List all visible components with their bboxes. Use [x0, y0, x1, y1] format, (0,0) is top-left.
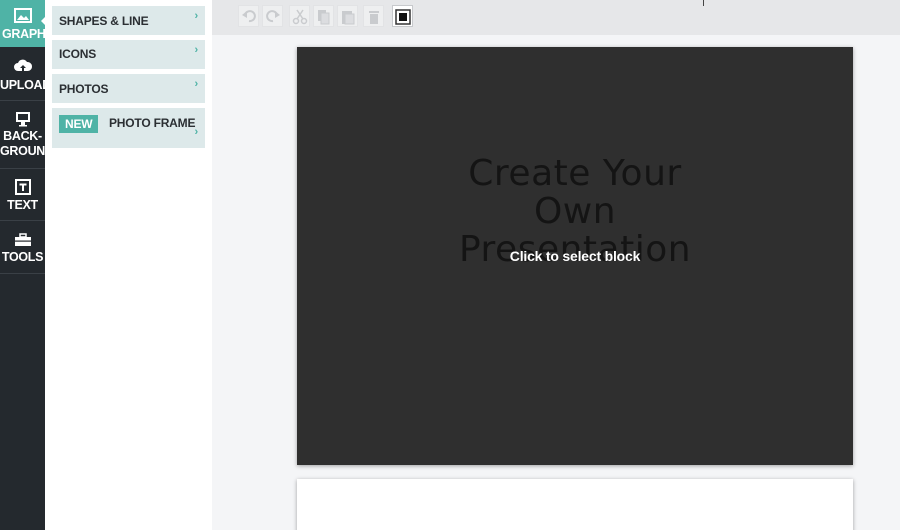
layer-button[interactable]: [392, 5, 413, 27]
sidebar-item-label: TOOLS: [1, 250, 44, 264]
sidebar-item-label-line2: GROUND: [0, 144, 54, 158]
sidebar-item-label: TEXT: [7, 198, 38, 212]
monitor-icon: [15, 112, 30, 127]
sidebar-item-label-line1: BACK-: [3, 129, 42, 143]
paste-icon: [342, 11, 355, 25]
menu-item-label: SHAPES & LINE: [59, 14, 149, 28]
slide-heading-line: Create Your: [468, 153, 682, 194]
graphics-panel: SHAPES & LINE › ICONS › PHOTOS › NEW PHO…: [45, 0, 212, 530]
chevron-right-icon: ›: [194, 78, 199, 90]
undo-icon: [242, 10, 256, 23]
toolbox-icon: [14, 233, 31, 246]
new-badge: NEW: [59, 115, 99, 133]
menu-item-label: PHOTOS: [59, 82, 109, 96]
top-toolbar: [212, 0, 900, 35]
copy-button[interactable]: [313, 5, 334, 27]
undo-button[interactable]: [238, 5, 259, 27]
menu-item-photo-frame[interactable]: NEW PHOTO FRAME ›: [52, 108, 205, 148]
delete-button[interactable]: [363, 5, 384, 27]
redo-icon: [266, 10, 280, 23]
sidebar-item-label: UPLOAD: [0, 78, 51, 92]
slide-block[interactable]: Create Your Own Presentation Click to se…: [297, 47, 853, 465]
text-box-icon: [14, 179, 31, 195]
menu-item-photos[interactable]: PHOTOS ›: [52, 74, 205, 103]
copy-icon: [318, 10, 330, 25]
sidebar-item-label: GRAPHICS: [2, 27, 66, 41]
cut-button[interactable]: [289, 5, 310, 27]
image-icon: [13, 8, 32, 23]
menu-item-icons[interactable]: ICONS ›: [52, 40, 205, 69]
menu-item-label: PHOTO FRAME: [109, 116, 196, 130]
delete-icon: [369, 11, 379, 24]
text-cursor: [703, 0, 704, 6]
chevron-right-icon: ›: [194, 10, 199, 22]
chevron-right-icon: ›: [194, 126, 199, 138]
slide-heading-line: Own: [533, 191, 617, 232]
redo-button[interactable]: [262, 5, 283, 27]
chevron-right-icon: ›: [194, 44, 199, 56]
sidebar-item-tools[interactable]: TOOLS: [0, 222, 45, 274]
sidebar-item-upload[interactable]: UPLOAD: [0, 53, 51, 101]
menu-item-label: ICONS: [59, 47, 97, 61]
paste-button[interactable]: [337, 5, 358, 27]
layer-icon: [395, 9, 411, 25]
cloud-upload-icon: [13, 59, 32, 73]
left-sidebar: GRAPHICS UPLOAD BACK- GROUND TEXT TOOLS: [0, 0, 66, 530]
cut-icon: [292, 9, 308, 25]
sidebar-item-graphics[interactable]: GRAPHICS: [0, 0, 66, 47]
select-block-hint: Click to select block: [509, 248, 641, 264]
sidebar-item-background[interactable]: BACK- GROUND: [0, 103, 54, 169]
sidebar-item-text[interactable]: TEXT: [0, 170, 45, 221]
next-slide-block[interactable]: [297, 479, 853, 530]
menu-item-shapes-line[interactable]: SHAPES & LINE ›: [52, 6, 205, 35]
